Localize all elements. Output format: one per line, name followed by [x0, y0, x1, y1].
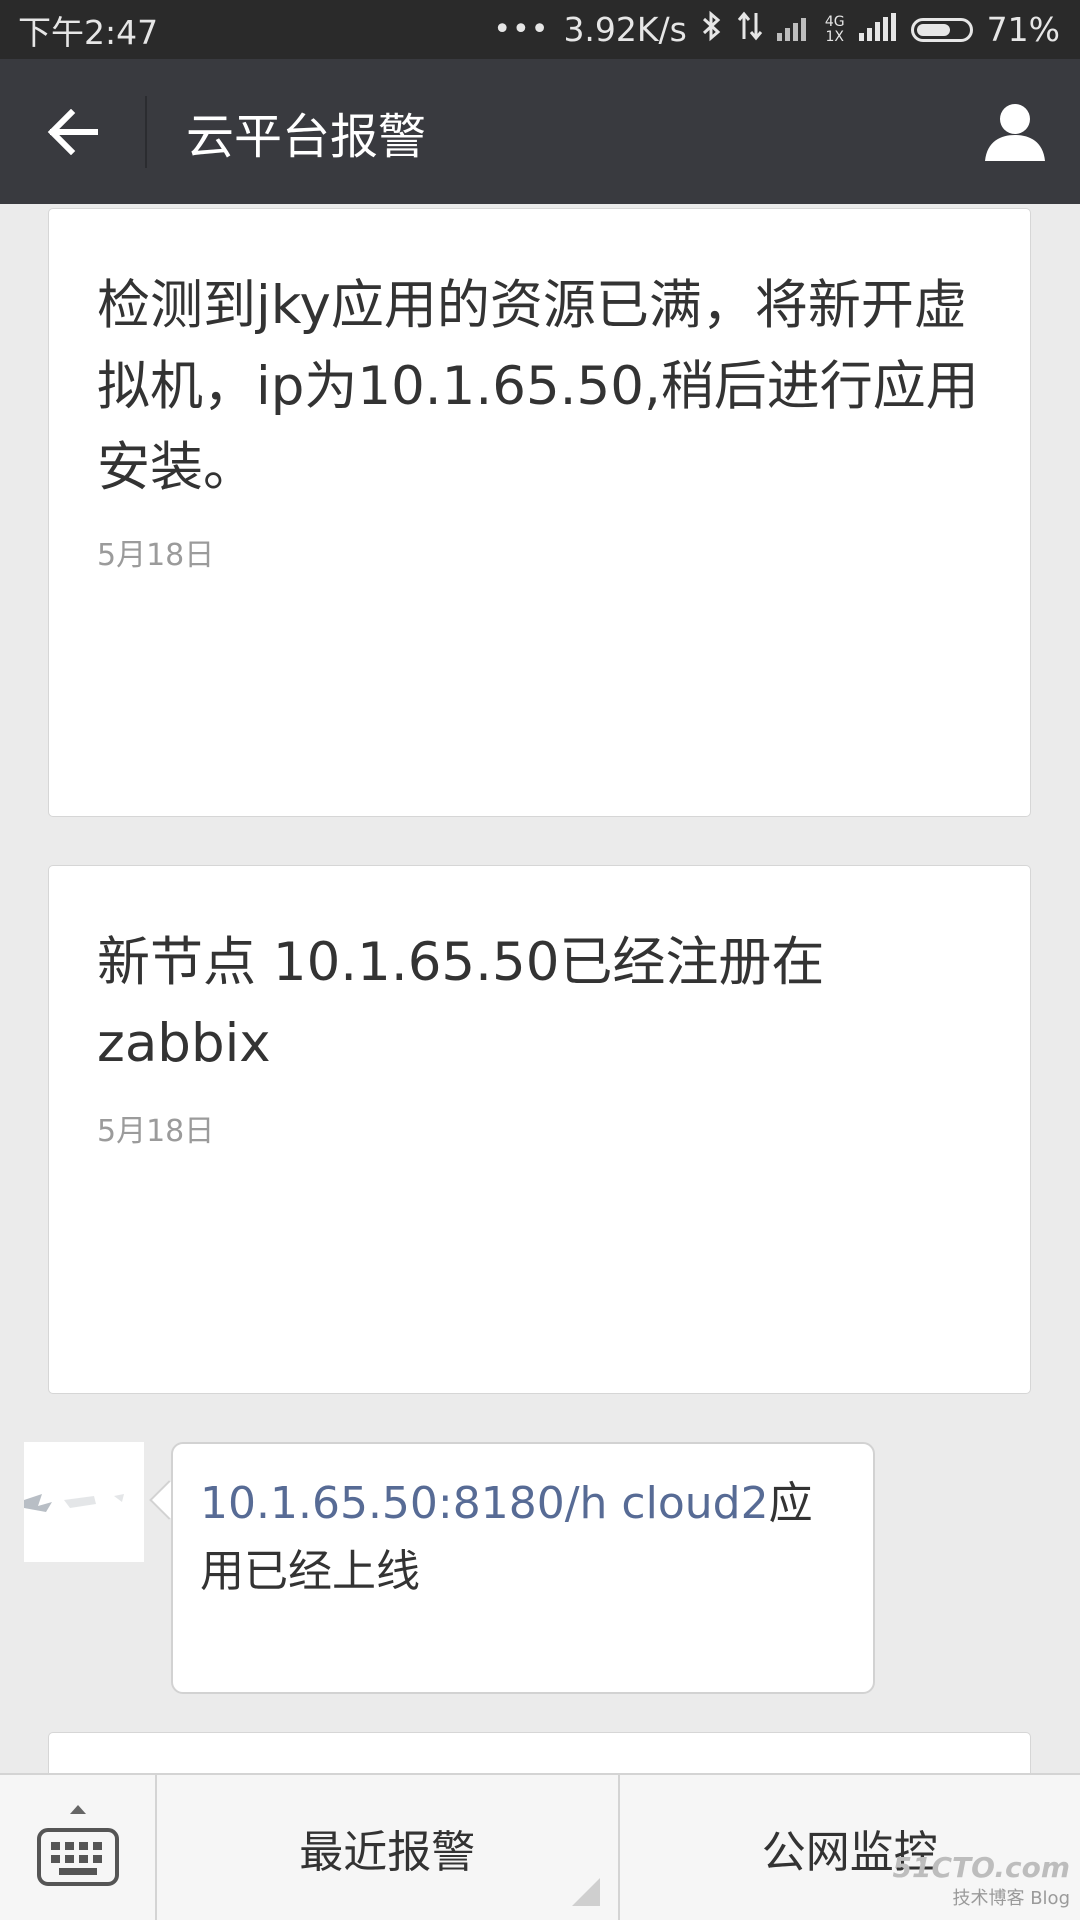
message-text: 检测到jky应用的资源已满，将新开虚拟机，ip为10.1.65.50,稍后进行应…: [97, 275, 979, 498]
status-time: 下午2:47: [18, 12, 159, 52]
watermark-main: 51CTO.com: [892, 1851, 1070, 1884]
message-date: 5月18日: [97, 1114, 215, 1149]
status-indicators: ••• 3.92K/s 4G 1X 71%: [493, 10, 1060, 50]
bluetooth-icon: [701, 10, 723, 50]
profile-icon: [985, 103, 1045, 161]
status-bar: 下午2:47 ••• 3.92K/s 4G 1X 71%: [0, 0, 1080, 59]
signal-strength-icon: [858, 10, 897, 49]
data-transfer-icon: [737, 11, 763, 49]
battery-percent: 71%: [986, 10, 1060, 49]
title-bar: 云平台报警: [0, 59, 1080, 204]
message-text: 新节点 10.1.65.50已经注册在zabbix: [97, 932, 825, 1074]
keyboard-icon: [36, 1827, 119, 1886]
page-title: 云平台报警: [186, 108, 427, 165]
back-arrow-icon: [47, 108, 98, 155]
chat-bubble[interactable]: 10.1.65.50:8180/h cloud2应用已经上线: [171, 1442, 875, 1694]
battery-icon: [910, 17, 973, 42]
more-dots-icon: •••: [493, 12, 550, 47]
menu-label: 最近报警: [299, 1826, 476, 1878]
avatar[interactable]: [24, 1442, 144, 1562]
watermark: 51CTO.com 技术博客 Blog: [893, 1851, 1070, 1910]
network-type: 4G 1X: [824, 13, 845, 45]
watermark-sub: 技术博客 Blog: [952, 1888, 1070, 1909]
network-type-bottom: 1X: [825, 28, 845, 45]
battery-fill: [916, 23, 951, 36]
profile-button[interactable]: [950, 59, 1080, 204]
menu-recent-alerts[interactable]: 最近报警: [157, 1775, 618, 1920]
message-card[interactable]: 新节点 10.1.65.50已经注册在zabbix 5月18日: [48, 865, 1031, 1394]
bottom-menu: 最近报警 公网监控 51CTO.com 技术博客 Blog: [0, 1773, 1080, 1920]
caret-up-icon: [70, 1805, 86, 1814]
submenu-indicator-icon: [571, 1878, 600, 1906]
message-card[interactable]: 检测到jky应用的资源已满，将新开虚拟机，ip为10.1.65.50,稍后进行应…: [48, 208, 1031, 817]
title-divider: [145, 95, 147, 168]
message-link[interactable]: 10.1.65.50:8180/h cloud2: [200, 1478, 769, 1529]
net-speed: 3.92K/s: [563, 10, 687, 49]
menu-public-monitor[interactable]: 公网监控 51CTO.com 技术博客 Blog: [617, 1775, 1080, 1920]
network-type-top: 4G: [824, 13, 845, 30]
back-button[interactable]: [0, 59, 145, 204]
keyboard-toggle-button[interactable]: [0, 1775, 157, 1920]
signal-weak-icon: [776, 10, 811, 49]
message-date: 5月18日: [97, 538, 215, 573]
